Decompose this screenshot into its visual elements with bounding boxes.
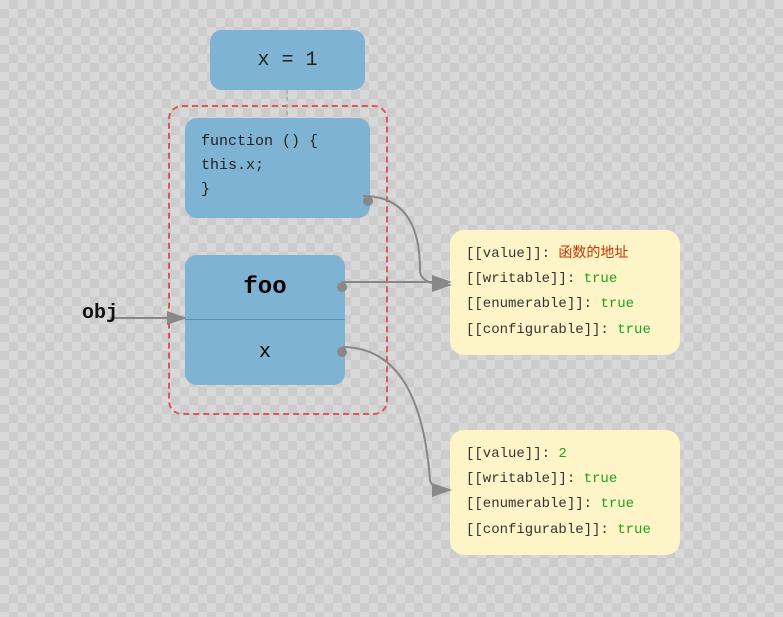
- bottom-writable-label: [[writable]]:: [466, 471, 575, 487]
- bottom-enumerable-label: [[enumerable]]:: [466, 496, 592, 512]
- function-line2: this.x;: [201, 154, 318, 178]
- bottom-writable-val: true: [584, 471, 618, 487]
- function-line1: function () {: [201, 130, 318, 154]
- x-label: x: [185, 320, 345, 385]
- top-value-label: [[value]]:: [466, 246, 550, 262]
- top-configurable-val: true: [617, 322, 651, 338]
- top-value-val: 函数的地址: [558, 246, 628, 262]
- top-enumerable-val: true: [600, 296, 634, 312]
- foo-x-box: foo x: [185, 255, 345, 385]
- x1-box: x = 1: [210, 30, 365, 90]
- obj-label: obj: [82, 302, 118, 325]
- diagram: x = 1 function () { this.x; } foo x obj …: [0, 0, 783, 617]
- bottom-configurable-label: [[configurable]]:: [466, 522, 609, 538]
- foo-label: foo: [185, 255, 345, 320]
- x1-label: x = 1: [257, 49, 317, 72]
- top-property-box: [[value]]: 函数的地址 [[writable]]: true [[en…: [450, 230, 680, 355]
- foo-connector-dot: [337, 282, 347, 292]
- top-writable-label: [[writable]]:: [466, 271, 575, 287]
- top-configurable-label: [[configurable]]:: [466, 322, 609, 338]
- function-line3: }: [201, 178, 318, 202]
- x-connector-dot: [337, 347, 347, 357]
- top-enumerable-label: [[enumerable]]:: [466, 296, 592, 312]
- function-box: function () { this.x; }: [185, 118, 370, 218]
- bottom-value-label: [[value]]:: [466, 446, 550, 462]
- bottom-value-val: 2: [558, 446, 566, 462]
- top-writable-val: true: [584, 271, 618, 287]
- bottom-property-box: [[value]]: 2 [[writable]]: true [[enumer…: [450, 430, 680, 555]
- bottom-enumerable-val: true: [600, 496, 634, 512]
- function-connector-dot: [363, 196, 373, 206]
- bottom-configurable-val: true: [617, 522, 651, 538]
